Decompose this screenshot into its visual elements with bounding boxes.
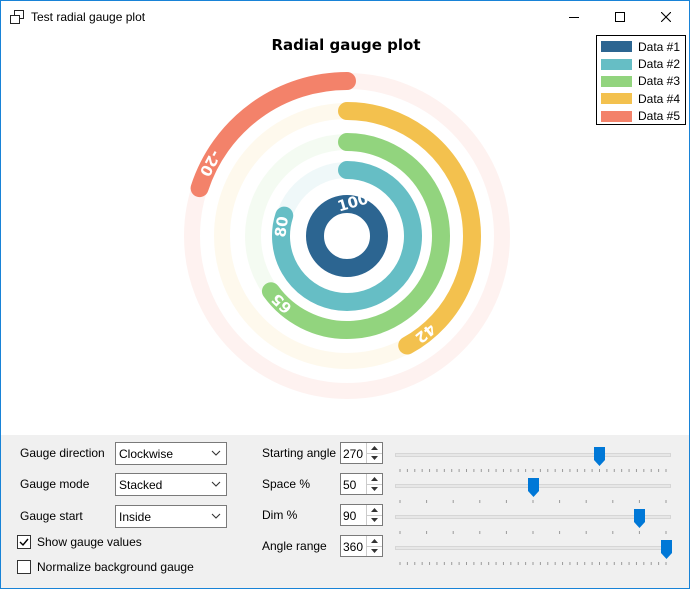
- minimize-icon: [569, 16, 579, 18]
- legend-swatch: [601, 58, 632, 70]
- plot-title: Radial gauge plot: [271, 36, 421, 54]
- slider-thumb[interactable]: [527, 478, 539, 497]
- legend-item: Data #2: [600, 55, 682, 72]
- checkmark-icon: [19, 538, 29, 547]
- arrow-down-icon: [371, 456, 378, 460]
- legend-item: Data #3: [600, 73, 682, 90]
- maximize-icon: [615, 11, 625, 22]
- maximize-button[interactable]: [597, 1, 643, 32]
- legend-item: Data #5: [600, 108, 682, 125]
- gauge-direction-value: Clockwise: [119, 447, 174, 461]
- chevron-down-icon: [211, 513, 221, 519]
- legend-item: Data #1: [600, 38, 682, 55]
- legend-label: Data #2: [638, 57, 681, 72]
- show-gauge-values-label: Show gauge values: [37, 535, 142, 549]
- gauge-start-value: Inside: [119, 510, 152, 524]
- radial-gauge-chart: 100806542-20: [183, 72, 510, 399]
- checkbox-box[interactable]: [17, 535, 31, 549]
- legend-label: Data #1: [638, 39, 681, 54]
- spin-down-button[interactable]: [367, 515, 382, 525]
- starting-angle-slider[interactable]: [395, 447, 671, 473]
- slider-track[interactable]: [395, 546, 671, 550]
- legend-item: Data #4: [600, 90, 682, 107]
- arrow-down-icon: [371, 487, 378, 491]
- arrow-up-icon: [371, 477, 378, 481]
- legend-label: Data #3: [638, 74, 681, 89]
- show-gauge-values-checkbox[interactable]: Show gauge values: [17, 535, 142, 549]
- legend-swatch: [601, 93, 632, 105]
- slider-ticks: [399, 469, 667, 472]
- starting-angle-label: Starting angle: [262, 446, 337, 460]
- gauge-direction-select[interactable]: Clockwise: [115, 442, 227, 465]
- slider-thumb[interactable]: [660, 540, 672, 559]
- legend: Data #1 Data #2 Data #3 Data #4 Data #5: [596, 35, 686, 125]
- slider-thumb[interactable]: [594, 447, 605, 466]
- window-title: Test radial gauge plot: [31, 10, 146, 24]
- gauge-mode-select[interactable]: Stacked: [115, 473, 227, 496]
- gauge-mode-value: Stacked: [119, 478, 163, 492]
- arrow-up-icon: [371, 539, 378, 543]
- spin-down-button[interactable]: [367, 453, 382, 463]
- normalize-background-checkbox[interactable]: Normalize background gauge: [17, 560, 194, 574]
- dim-value[interactable]: 90: [343, 509, 356, 523]
- arrow-down-icon: [371, 518, 378, 522]
- chevron-down-icon: [211, 450, 221, 456]
- angle-range-label: Angle range: [262, 539, 327, 553]
- gauge-start-select[interactable]: Inside: [115, 505, 227, 528]
- gauge-start-label: Gauge start: [20, 509, 83, 523]
- close-button[interactable]: [643, 1, 689, 32]
- minimize-button[interactable]: [551, 1, 597, 32]
- dim-slider[interactable]: [395, 509, 671, 535]
- slider-ticks: [399, 500, 667, 503]
- gauge-mode-label: Gauge mode: [20, 477, 90, 491]
- legend-label: Data #5: [638, 109, 681, 124]
- dim-spinner[interactable]: 90: [340, 504, 383, 526]
- app-icon: [10, 10, 24, 24]
- title-bar[interactable]: Test radial gauge plot: [1, 1, 689, 32]
- space-value[interactable]: 50: [343, 478, 356, 492]
- plot-area: 100 80 65 42 -20 Radial gauge plot Data #1 D…: [1, 32, 689, 435]
- space-label: Space %: [262, 477, 311, 491]
- normalize-background-label: Normalize background gauge: [37, 560, 194, 574]
- gauge-value-label: 80: [271, 215, 292, 238]
- legend-swatch: [601, 75, 632, 87]
- legend-swatch: [601, 110, 632, 122]
- starting-angle-value[interactable]: 270: [343, 447, 363, 461]
- arrow-down-icon: [371, 549, 378, 553]
- space-spinner[interactable]: 50: [340, 473, 383, 495]
- spin-down-button[interactable]: [367, 484, 382, 494]
- slider-track[interactable]: [395, 515, 671, 519]
- angle-range-slider[interactable]: [395, 540, 672, 566]
- chevron-down-icon: [211, 481, 221, 487]
- arrow-up-icon: [371, 508, 378, 512]
- slider-ticks: [399, 531, 667, 534]
- arrow-up-icon: [371, 446, 378, 450]
- legend-label: Data #4: [638, 91, 681, 106]
- gauge-arc: [306, 195, 388, 278]
- checkbox-box[interactable]: [17, 560, 31, 574]
- legend-swatch: [601, 41, 632, 53]
- slider-ticks: [399, 562, 667, 565]
- controls-panel: Gauge direction Clockwise Gauge mode Sta…: [1, 435, 689, 588]
- gauge-direction-label: Gauge direction: [20, 446, 105, 460]
- angle-range-value[interactable]: 360: [343, 540, 363, 554]
- app-window: Test radial gauge plot 100 80 65 42 -20 Radi…: [0, 0, 690, 589]
- slider-track[interactable]: [395, 453, 671, 457]
- starting-angle-spinner[interactable]: 270: [340, 442, 383, 464]
- angle-range-spinner[interactable]: 360: [340, 535, 383, 557]
- dim-label: Dim %: [262, 508, 298, 522]
- space-slider[interactable]: [395, 478, 671, 504]
- spin-down-button[interactable]: [367, 546, 382, 556]
- close-icon: [661, 11, 671, 22]
- slider-thumb[interactable]: [633, 509, 645, 528]
